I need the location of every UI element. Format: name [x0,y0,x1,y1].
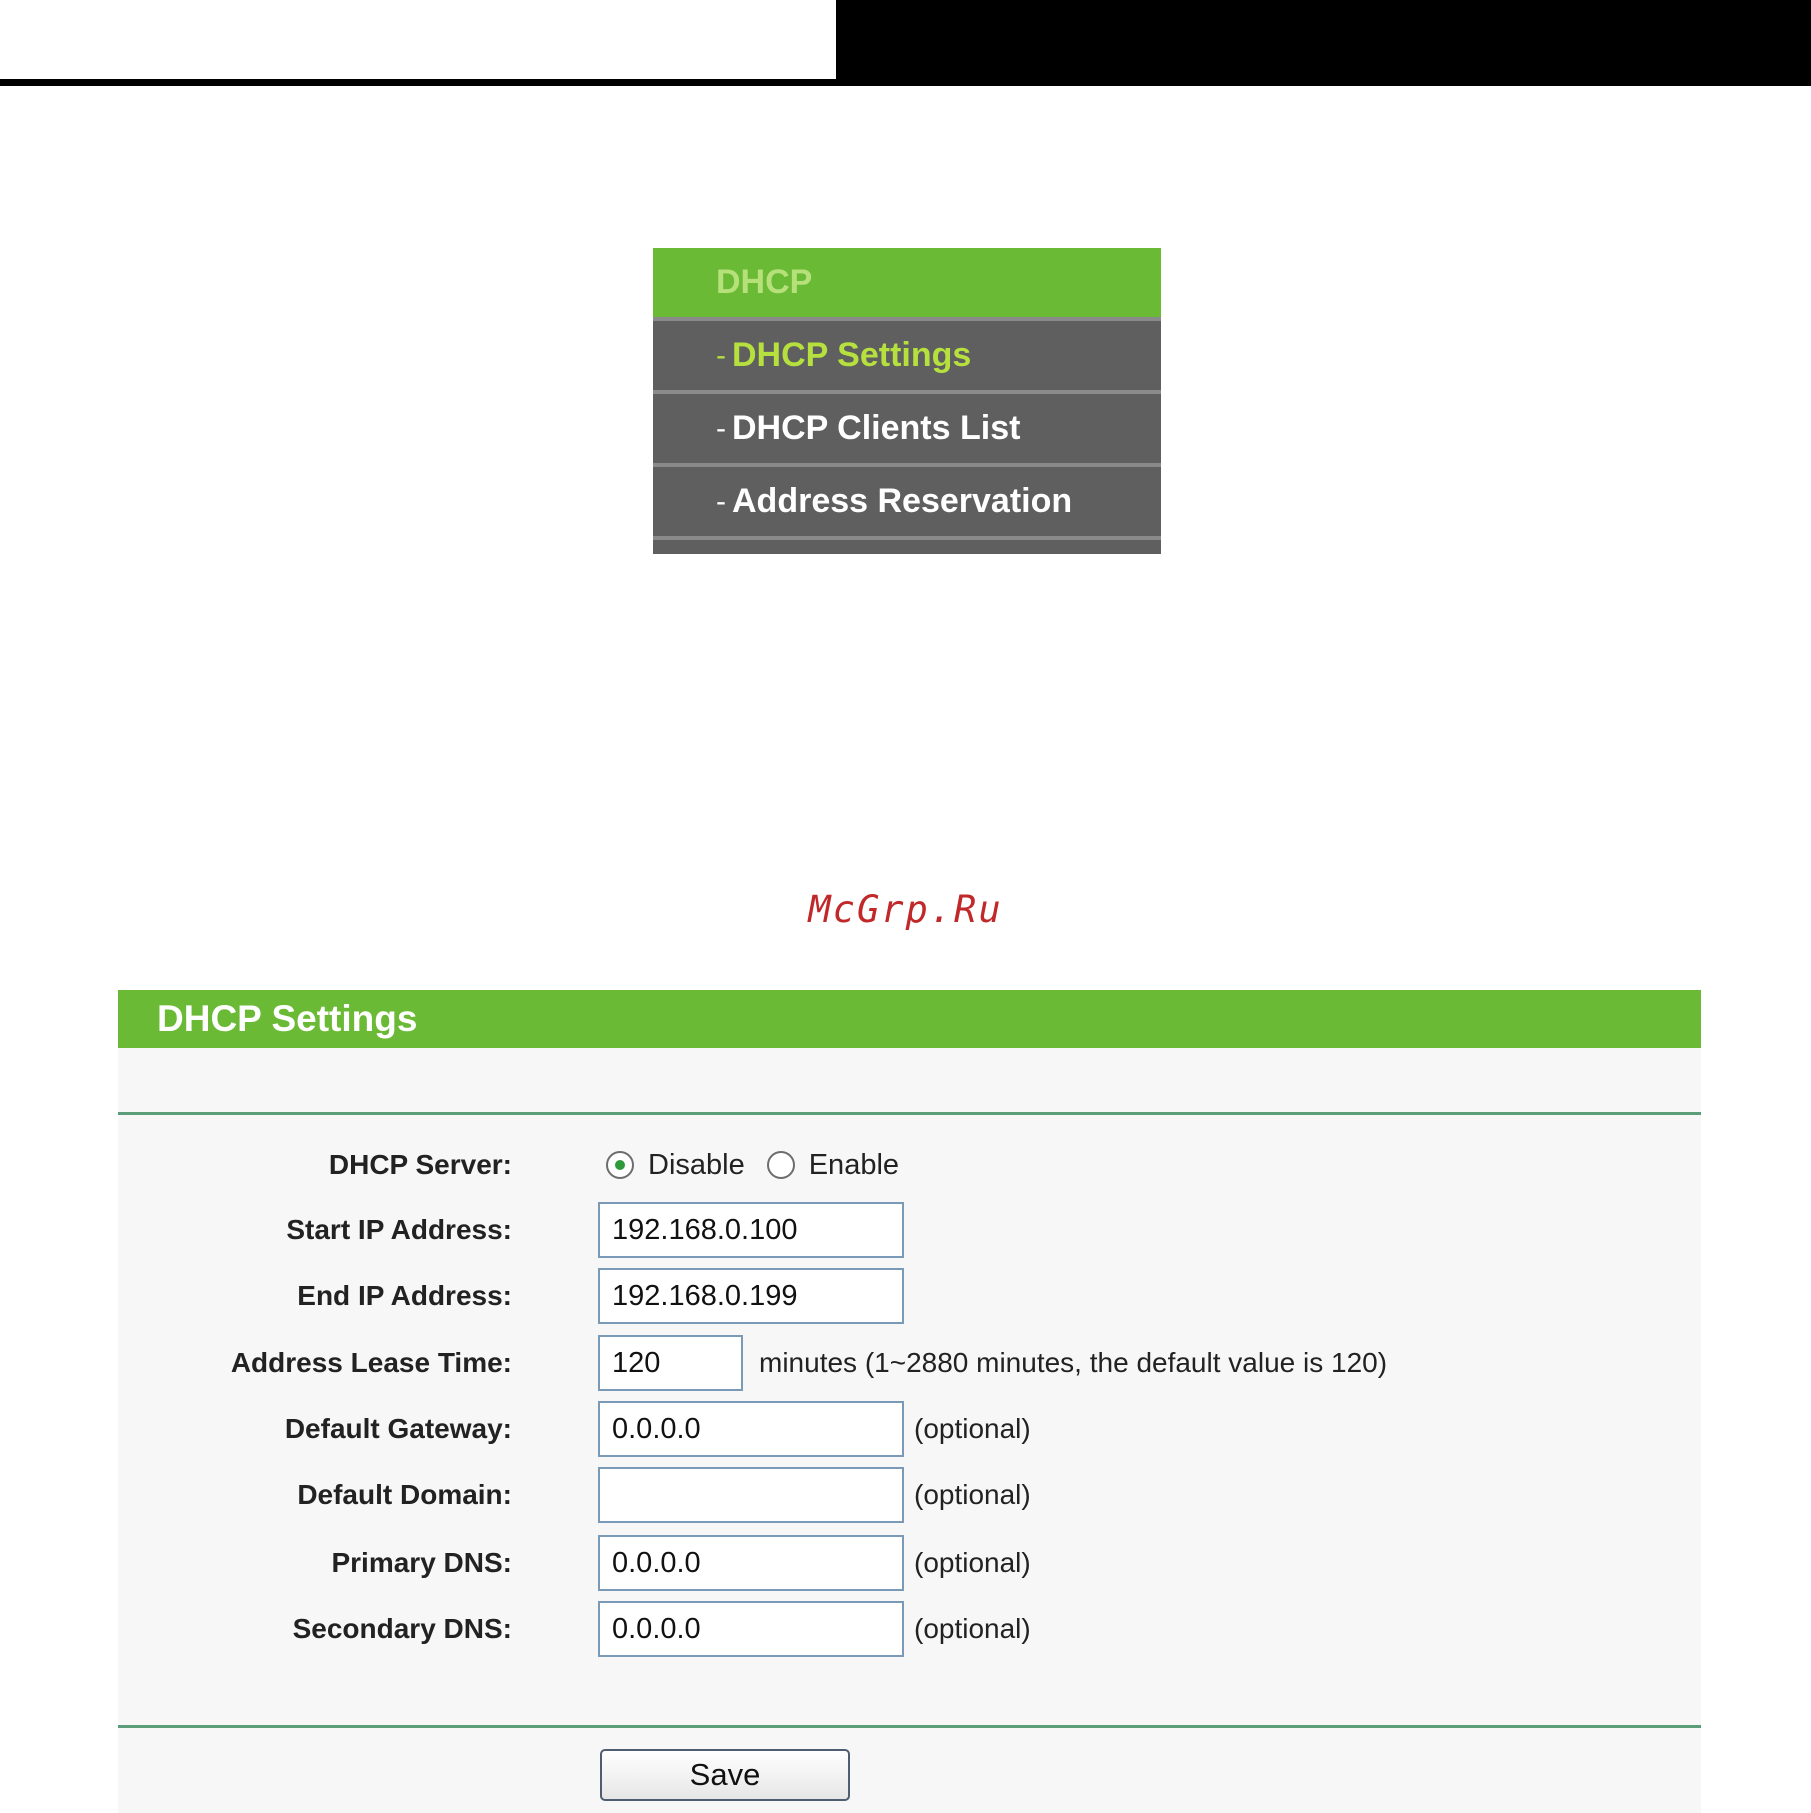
end-ip-label: End IP Address: [297,1280,512,1311]
optional-hint: (optional) [914,1413,1031,1444]
default-gateway-input[interactable] [598,1401,904,1457]
optional-hint: (optional) [914,1547,1031,1578]
row-start-ip: Start IP Address: [118,1202,1701,1258]
lease-time-label: Address Lease Time: [230,1347,512,1378]
default-gateway-field-area: (optional) [598,1401,1031,1457]
dhcp-server-radio-group: Disable Enable [606,1137,921,1193]
start-ip-field-area [598,1202,904,1258]
panel-header: DHCP Settings [118,990,1701,1048]
menu-item-label: DHCP Clients List [732,409,1021,447]
dhcp-menu: DHCP - DHCP Settings - DHCP Clients List… [653,248,1161,554]
primary-dns-field-area: (optional) [598,1535,1031,1591]
panel-title: DHCP Settings [157,998,418,1039]
lease-time-input[interactable] [598,1335,743,1391]
menu-item-dash: - [716,338,726,372]
optional-hint: (optional) [914,1613,1031,1644]
save-button[interactable]: Save [600,1749,850,1801]
optional-hint: (optional) [914,1479,1031,1510]
dhcp-server-label: DHCP Server: [328,1149,512,1180]
default-domain-field-area: (optional) [598,1467,1031,1523]
default-domain-label: Default Domain: [297,1479,512,1510]
menu-item-dash: - [716,411,726,445]
radio-enable[interactable] [766,1151,795,1179]
menu-title[interactable]: DHCP [653,248,1161,321]
secondary-dns-label: Secondary DNS: [292,1613,512,1644]
menu-title-label: DHCP [716,263,813,301]
start-ip-input[interactable] [598,1202,904,1258]
start-ip-label: Start IP Address: [286,1214,512,1245]
secondary-dns-input[interactable] [598,1601,904,1657]
divider-bottom [118,1725,1701,1728]
end-ip-input[interactable] [598,1268,904,1324]
radio-disable[interactable] [606,1151,634,1179]
watermark-text: McGrp.Ru [808,888,1003,931]
default-gateway-label: Default Gateway: [284,1413,512,1444]
radio-enable-label[interactable]: Enable [809,1149,899,1182]
default-domain-input[interactable] [598,1467,904,1523]
end-ip-field-area [598,1268,904,1324]
menu-item-label: Address Reservation [732,482,1073,520]
lease-time-hint: minutes (1~2880 minutes, the default val… [759,1347,1388,1378]
menu-item-dash: - [716,484,726,518]
row-default-domain: Default Domain: (optional) [118,1467,1701,1523]
row-secondary-dns: Secondary DNS: (optional) [118,1601,1701,1657]
row-lease-time: Address Lease Time: minutes (1~2880 minu… [118,1335,1701,1391]
row-default-gateway: Default Gateway: (optional) [118,1401,1701,1457]
lease-time-field-area: minutes (1~2880 minutes, the default val… [598,1335,1387,1391]
primary-dns-label: Primary DNS: [331,1547,512,1578]
top-black-bar [836,0,1811,86]
row-end-ip: End IP Address: [118,1268,1701,1324]
menu-item-address-reservation[interactable]: - Address Reservation [653,467,1161,540]
menu-item-dhcp-clients-list[interactable]: - DHCP Clients List [653,394,1161,467]
menu-item-dhcp-settings[interactable]: - DHCP Settings [653,321,1161,394]
primary-dns-input[interactable] [598,1535,904,1591]
secondary-dns-field-area: (optional) [598,1601,1031,1657]
row-primary-dns: Primary DNS: (optional) [118,1535,1701,1591]
menu-footer [653,540,1161,554]
divider-top [118,1112,1701,1115]
menu-item-label: DHCP Settings [732,336,972,374]
top-rule [0,79,1811,86]
radio-disable-label[interactable]: Disable [648,1149,745,1182]
row-dhcp-server: DHCP Server: Disable Enable [118,1137,1701,1193]
